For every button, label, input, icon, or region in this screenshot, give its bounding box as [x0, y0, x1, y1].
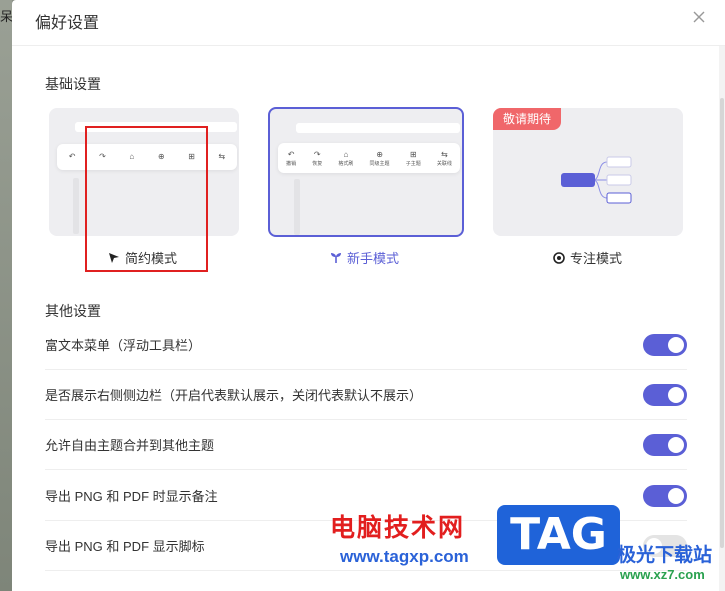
close-button[interactable]	[691, 9, 707, 25]
setting-right-sidebar: 是否展示右侧侧边栏（开启代表默认展示，关闭代表默认不展示）	[45, 370, 687, 420]
watermark-logo: TAG	[497, 505, 620, 565]
mode-card-beginner[interactable]: ↶ 撤销 ↷ 恢复 ⌂ 格式刷 ⊕ 同级主题 ⊞ 子主题 ⇆ 关联线	[268, 107, 464, 237]
basic-settings-title: 基础设置	[45, 76, 101, 92]
preferences-dialog: 偏好设置 基础设置 ↶ ↷ ⌂ ⊕ ⊞ ⇆ 简约模式 ↶ 撤销 ↷ 恢复 ⌂ 格…	[12, 0, 725, 591]
preview-sidebar	[294, 179, 300, 235]
mindmap-preview	[561, 156, 632, 204]
other-settings-title: 其他设置	[45, 303, 101, 319]
target-icon	[553, 251, 565, 264]
cursor-arrow-icon	[109, 252, 119, 263]
scrollbar-thumb[interactable]	[720, 98, 724, 548]
setting-label: 富文本菜单（浮动工具栏）	[45, 338, 202, 353]
toggle-switch[interactable]	[643, 485, 687, 507]
watermark-title: 电脑技术网	[330, 514, 466, 542]
background-app	[0, 0, 12, 591]
toggle-switch[interactable]	[643, 434, 687, 456]
close-icon	[693, 11, 705, 23]
setting-merge-free-topic: 允许自由主题合并到其他主题	[45, 420, 687, 470]
preview-sidebar	[73, 178, 79, 234]
background-text: 呆	[0, 9, 12, 24]
setting-label: 导出 PNG 和 PDF 显示脚标	[45, 539, 205, 554]
preview-topbar	[296, 123, 460, 133]
mode-label-text: 新手模式	[347, 251, 400, 266]
toggle-switch[interactable]	[643, 384, 687, 406]
mode-label-beginner[interactable]: 新手模式	[330, 248, 399, 267]
preview-toolbar: ↶ ↷ ⌂ ⊕ ⊞ ⇆	[57, 144, 237, 170]
watermark-url: www.tagxp.com	[340, 547, 469, 566]
mode-label-text: 简约模式	[125, 251, 178, 266]
mode-card-simple[interactable]: ↶ ↷ ⌂ ⊕ ⊞ ⇆	[49, 108, 239, 236]
sprout-icon	[331, 252, 341, 263]
mode-label-focus[interactable]: 专注模式	[553, 248, 622, 267]
mode-card-focus[interactable]: 敬请期待	[493, 108, 683, 236]
dialog-header: 偏好设置	[12, 0, 725, 46]
watermark-url2: www.xz7.com	[620, 567, 705, 582]
dialog-title: 偏好设置	[35, 15, 100, 32]
watermark-site: 极光下载站	[617, 545, 713, 566]
setting-label: 允许自由主题合并到其他主题	[45, 438, 215, 453]
setting-rich-text-menu: 富文本菜单（浮动工具栏）	[45, 320, 687, 370]
setting-label: 是否展示右侧侧边栏（开启代表默认展示，关闭代表默认不展示）	[45, 388, 423, 403]
scrollbar[interactable]	[719, 46, 725, 591]
preview-toolbar: ↶ 撤销 ↷ 恢复 ⌂ 格式刷 ⊕ 同级主题 ⊞ 子主题 ⇆ 关联线	[278, 143, 460, 173]
mode-label-text: 专注模式	[570, 251, 623, 266]
toggle-switch[interactable]	[643, 334, 687, 356]
preview-topbar	[75, 122, 237, 132]
mode-label-simple[interactable]: 简约模式	[108, 248, 177, 267]
setting-label: 导出 PNG 和 PDF 时显示备注	[45, 489, 218, 504]
